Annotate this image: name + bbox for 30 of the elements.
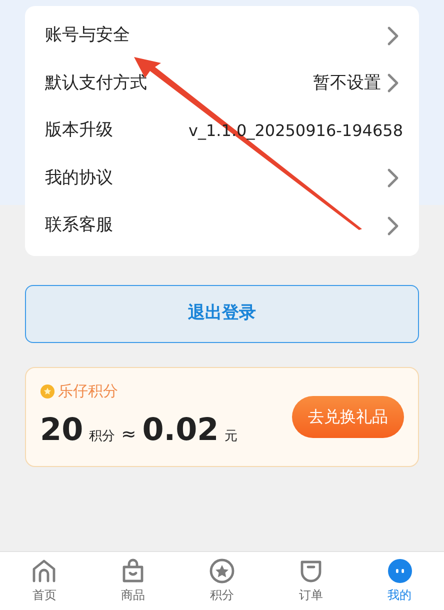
- menu-label: 联系客服: [45, 214, 113, 237]
- nav-tab[interactable]: 积分: [178, 552, 266, 610]
- points-amount: 20: [40, 410, 84, 450]
- coin-icon: [40, 384, 55, 399]
- menu-row[interactable]: 账号与安全: [45, 12, 399, 60]
- approx-sign: ≈: [121, 422, 136, 446]
- nav-label: 订单: [298, 587, 323, 604]
- face-icon: [386, 558, 413, 584]
- menu-label: 默认支付方式: [45, 72, 147, 94]
- nav-label: 我的: [388, 587, 412, 604]
- menu-row[interactable]: 联系客服: [45, 202, 399, 250]
- menu-label: 我的协议: [45, 166, 113, 190]
- home-icon: [31, 558, 58, 584]
- nav-label: 积分: [210, 587, 234, 604]
- nav-tab[interactable]: 我的: [355, 552, 444, 610]
- menu-value: 暂不设置: [313, 72, 381, 94]
- menu-row[interactable]: 默认支付方式 暂不设置: [45, 60, 399, 107]
- nav-label: 商品: [121, 587, 146, 604]
- logout-button[interactable]: 退出登录: [25, 284, 419, 342]
- nav-label: 首页: [32, 587, 56, 604]
- menu-row[interactable]: 我的协议: [45, 154, 399, 202]
- points-unit: 积分: [89, 428, 116, 446]
- menu-label: 账号与安全: [45, 24, 130, 47]
- currency-unit: 元: [224, 428, 238, 446]
- menu-label: 版本升级: [45, 119, 113, 142]
- nav-tab[interactable]: 订单: [266, 552, 356, 610]
- money-amount: 0.02: [142, 410, 219, 450]
- points-title: 乐仔积分: [58, 381, 118, 402]
- nav-tab[interactable]: 商品: [88, 552, 178, 610]
- nav-tab[interactable]: 首页: [0, 552, 89, 610]
